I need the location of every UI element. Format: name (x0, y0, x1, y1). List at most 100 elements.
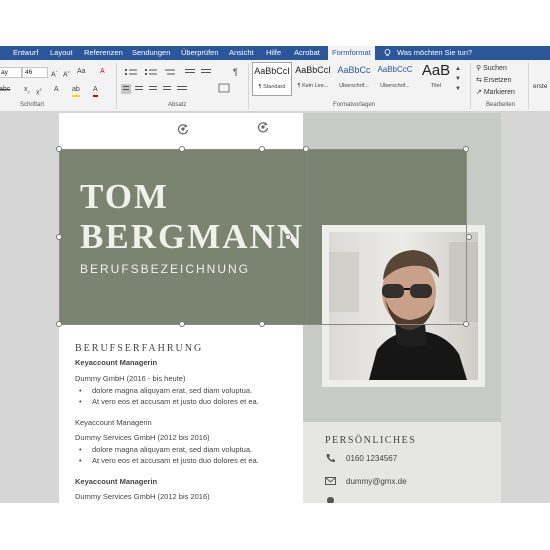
select-label: Markieren (483, 89, 515, 96)
style-preview: AaBbCcC (377, 65, 413, 74)
tab-acrobat[interactable]: Acrobat (294, 46, 320, 60)
font-size-field[interactable]: 46 (22, 67, 48, 78)
shrink-font-icon[interactable]: Av (63, 67, 70, 80)
resize-handle[interactable] (463, 146, 469, 152)
resize-handle[interactable] (303, 146, 309, 152)
divider (116, 63, 117, 109)
first-name: TOM (80, 177, 169, 216)
style-standard[interactable]: AaBbCcI ¶ Standard (252, 62, 292, 96)
tab-layout[interactable]: Layout (50, 46, 73, 60)
word-window: Entwurf Layout Referenzen Sendungen Über… (0, 46, 550, 503)
ribbon-tab-bar: Entwurf Layout Referenzen Sendungen Über… (0, 46, 550, 60)
gallery-more-icon[interactable]: ▼ (455, 84, 461, 94)
style-ueberschrift-1[interactable]: AaBbCc Überschrif... (334, 62, 374, 96)
job-entry-title[interactable]: Keyaccount Managerin (75, 418, 152, 427)
search-icon: ⚲ (476, 65, 482, 72)
tab-ueberpruefen[interactable]: Überprüfen (181, 46, 219, 60)
profile-photo[interactable] (329, 232, 478, 380)
experience-heading[interactable]: BERUFSERFAHRUNG (75, 343, 203, 354)
rotate-handle-icon[interactable] (177, 123, 189, 135)
resize-handle[interactable] (463, 321, 469, 327)
resize-handle[interactable] (56, 321, 62, 327)
list-item[interactable]: At vero eos et accusam et justo duo dolo… (79, 397, 259, 406)
divider (248, 63, 249, 109)
job-entry-company[interactable]: Dummy Services GmbH (2012 bis 2016) (75, 492, 210, 501)
cut-off-ribbon-button[interactable]: erste (533, 82, 547, 92)
selection-outline (306, 149, 307, 325)
resize-handle[interactable] (179, 321, 185, 327)
search-label: Suchen (483, 65, 507, 72)
style-ueberschrift-2[interactable]: AaBbCcC Überschrif... (375, 62, 415, 96)
email-address[interactable]: dummy@gmx.de (346, 477, 407, 486)
svg-text:¶: ¶ (233, 67, 238, 77)
resize-handle[interactable] (259, 321, 265, 327)
job-entry-title[interactable]: Keyaccount Managerin (75, 358, 157, 367)
group-label-editing: Bearbeiten (486, 102, 516, 108)
resize-handle[interactable] (56, 146, 62, 152)
style-name: ¶ Kein Lee... (297, 83, 329, 89)
group-label-font: Schriftart (20, 102, 45, 108)
job-entry-company[interactable]: Dummy Services GmbH (2012 bis 2016) (75, 433, 210, 442)
replace-button[interactable]: ⇆ Ersetzen (476, 76, 511, 86)
phone-number[interactable]: 0160 1234567 (346, 454, 397, 463)
select-icon: ↗ (476, 89, 482, 96)
personal-heading[interactable]: PERSÖNLICHES (325, 435, 416, 446)
ribbon: ay 46 A^ Av Aa A abc x2 x2 A ab A Schrif… (0, 60, 550, 112)
gallery-scroll-down-icon[interactable]: ▼ (455, 74, 461, 84)
subscript-icon[interactable]: x2 (24, 85, 30, 97)
location-icon (327, 497, 334, 503)
search-button[interactable]: ⚲ Suchen (476, 64, 507, 74)
divider (528, 63, 529, 109)
text-effects-icon[interactable]: A (54, 85, 59, 95)
list-item-text: dolore magna aliquyam erat, sed diam vol… (92, 445, 253, 454)
clear-format-icon[interactable]: A (100, 67, 105, 77)
resize-handle[interactable] (259, 146, 265, 152)
styles-gallery: AaBbCcI ¶ Standard AaBbCcI ¶ Kein Lee...… (252, 62, 462, 96)
name-heading[interactable]: TOM BERGMANN (80, 177, 304, 257)
job-title[interactable]: BERUFSBEZEICHNUNG (80, 262, 250, 276)
superscript-icon[interactable]: x2 (36, 85, 42, 98)
style-preview: AaBbCc (337, 65, 371, 75)
rotate-handle-icon[interactable] (257, 121, 269, 133)
style-kein-leerraum[interactable]: AaBbCcI ¶ Kein Lee... (293, 62, 333, 96)
style-name: Überschrif... (380, 83, 410, 89)
divider (470, 63, 471, 109)
document-canvas[interactable]: TOM BERGMANN BERUFSBEZEICHNUNG BERUFSERF… (0, 113, 550, 503)
select-button[interactable]: ↗ Markieren (476, 88, 515, 98)
change-case-icon[interactable]: Aa (77, 67, 86, 77)
strikethrough-icon[interactable]: abc (0, 85, 10, 95)
font-name-field[interactable]: ay (0, 67, 22, 78)
list-item[interactable]: dolore magna aliquyam erat, sed diam vol… (79, 386, 252, 395)
list-item[interactable]: At vero eos et accusam et justo duo dolo… (79, 456, 259, 465)
tab-ansicht[interactable]: Ansicht (229, 46, 254, 60)
font-color-icon[interactable]: A (93, 85, 98, 97)
job-entry-company[interactable]: Dummy GmbH (2016 - bis heute) (75, 374, 185, 383)
tab-entwurf[interactable]: Entwurf (13, 46, 38, 60)
list-item-text: At vero eos et accusam et justo duo dolo… (92, 456, 259, 465)
gallery-scroll-up-icon[interactable]: ▲ (455, 64, 461, 74)
paragraph-tools[interactable]: ¶ (121, 66, 241, 96)
tab-referenzen[interactable]: Referenzen (84, 46, 123, 60)
group-label-styles: Formatvorlagen (333, 102, 376, 108)
resize-handle[interactable] (466, 234, 472, 240)
job-entry-title[interactable]: Keyaccount Managerin (75, 477, 157, 486)
list-item-text: At vero eos et accusam et justo duo dolo… (92, 397, 259, 406)
replace-icon: ⇆ (476, 77, 482, 84)
tab-formformat[interactable]: Formformat (328, 46, 375, 60)
tab-sendungen[interactable]: Sendungen (132, 46, 170, 60)
highlight-icon[interactable]: ab (72, 85, 80, 97)
resize-handle[interactable] (285, 234, 291, 240)
lightbulb-icon (384, 49, 391, 56)
phone-icon (326, 454, 335, 463)
resize-handle[interactable] (179, 146, 185, 152)
viewport: Entwurf Layout Referenzen Sendungen Über… (0, 0, 550, 550)
tell-me-search[interactable]: Was möchten Sie tun? (397, 46, 472, 60)
list-item-text: dolore magna aliquyam erat, sed diam vol… (92, 386, 253, 395)
grow-font-icon[interactable]: A^ (51, 67, 58, 80)
resize-handle[interactable] (56, 234, 62, 240)
list-item[interactable]: dolore magna aliquyam erat, sed diam vol… (79, 445, 252, 454)
style-titel[interactable]: AaB Titel (416, 62, 456, 96)
style-name: Überschrif... (339, 83, 369, 89)
tab-hilfe[interactable]: Hilfe (266, 46, 281, 60)
style-name: ¶ Standard (258, 84, 286, 90)
